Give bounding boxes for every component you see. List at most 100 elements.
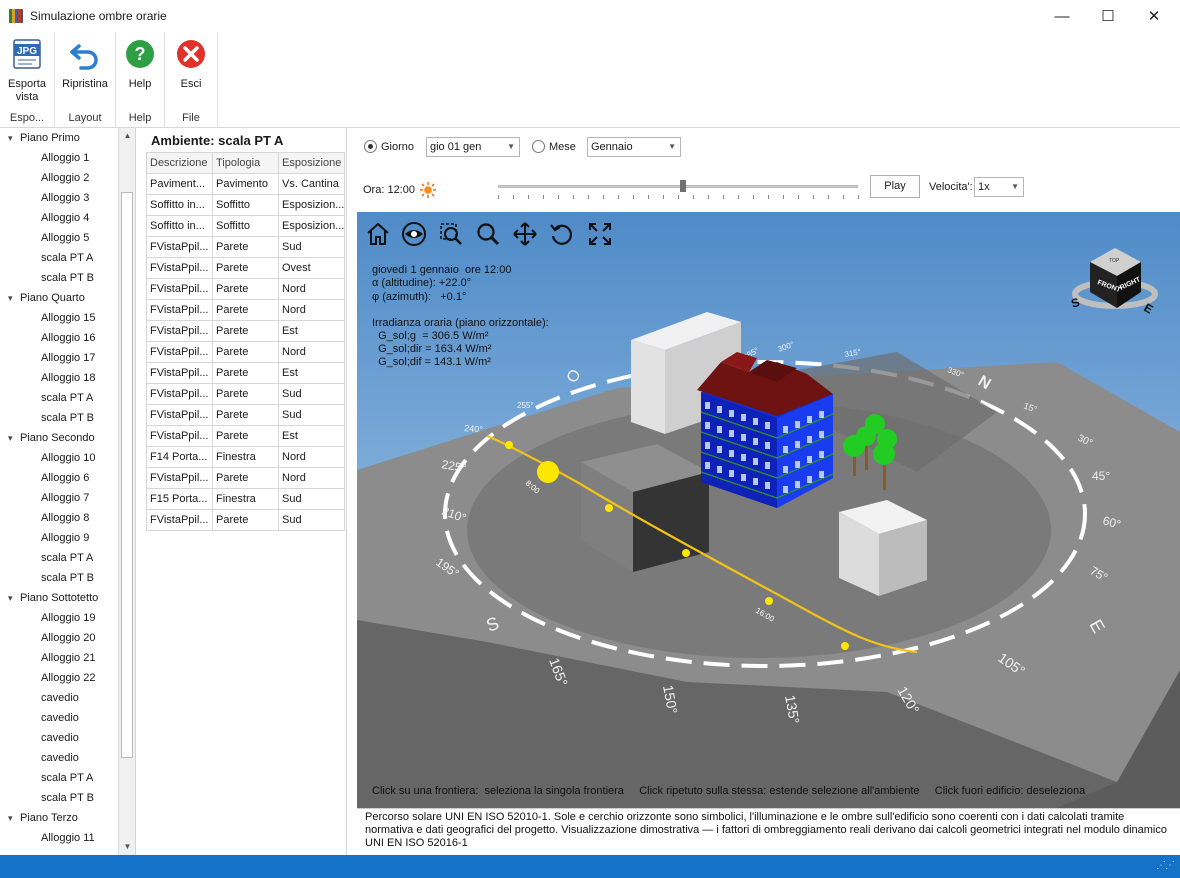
building-window: [729, 430, 734, 437]
table-row[interactable]: FVistaPpil... Parete Nord: [146, 299, 345, 321]
minimize-button[interactable]: —: [1039, 0, 1085, 32]
column-header[interactable]: Descrizione: [146, 152, 213, 174]
tree-item[interactable]: Alloggio 8: [41, 508, 89, 528]
rotate-icon[interactable]: [549, 221, 575, 247]
tree-item[interactable]: Alloggio 21: [41, 648, 95, 668]
table-row[interactable]: FVistaPpil... Parete Est: [146, 320, 345, 342]
table-row[interactable]: FVistaPpil... Parete Est: [146, 362, 345, 384]
table-cell: FVistaPpil...: [146, 320, 213, 342]
tree-group-node[interactable]: ▾ Piano Secondo: [8, 428, 95, 448]
tree-group-node[interactable]: ▾ Piano Sottotetto: [8, 588, 98, 608]
orbit-eye-icon[interactable]: [401, 221, 427, 247]
tree-scroll-thumb[interactable]: [121, 192, 133, 758]
tree-item[interactable]: Alloggio 6: [41, 468, 89, 488]
tree-item[interactable]: Alloggio 10: [41, 448, 95, 468]
table-row[interactable]: FVistaPpil... Parete Sud: [146, 509, 345, 531]
tree-item[interactable]: scala PT A: [41, 388, 93, 408]
velocita-select[interactable]: 1x ▼: [974, 177, 1024, 197]
table-cell: Parete: [212, 425, 279, 447]
tree-item[interactable]: Alloggio 20: [41, 628, 95, 648]
scene-canvas[interactable]: N E S O 45° 60° 75° 105° 120° 135° 150° …: [357, 212, 1180, 808]
tree-item[interactable]: Alloggio 22: [41, 668, 95, 688]
overlay-g-direct: G_sol;dir = 163.4 W/m²: [372, 343, 492, 355]
tree-item[interactable]: Alloggio 1: [41, 148, 89, 168]
tree-group-node[interactable]: ▾ Piano Quarto: [8, 288, 85, 308]
exit-button[interactable]: Esci: [171, 38, 211, 91]
tree-node-label: scala PT A: [41, 772, 94, 784]
resize-grip-icon[interactable]: ⋰⋰: [1156, 860, 1175, 871]
chevron-down-icon[interactable]: ▾: [8, 428, 20, 448]
help-button[interactable]: ? Help: [120, 38, 160, 91]
building-window: [795, 421, 800, 428]
maximize-button[interactable]: ☐: [1085, 0, 1131, 32]
tree-item[interactable]: cavedio: [41, 748, 79, 768]
tree-item[interactable]: cavedio: [41, 708, 79, 728]
giorno-radio[interactable]: [364, 140, 377, 153]
tree-item[interactable]: Alloggio 16: [41, 328, 95, 348]
zoom-icon[interactable]: [475, 221, 501, 247]
tree-item[interactable]: Alloggio 4: [41, 208, 89, 228]
tree-node-label: Alloggio 18: [41, 372, 96, 384]
mese-radio[interactable]: [532, 140, 545, 153]
tree-item[interactable]: scala PT B: [41, 568, 94, 588]
table-row[interactable]: FVistaPpil... Parete Nord: [146, 278, 345, 300]
tree-item[interactable]: Alloggio 17: [41, 348, 95, 368]
table-row[interactable]: FVistaPpil... Parete Nord: [146, 341, 345, 363]
3d-viewport[interactable]: N E S O 45° 60° 75° 105° 120° 135° 150° …: [357, 212, 1180, 808]
table-row[interactable]: Soffitto in... Soffitto Esposizion...: [146, 194, 345, 216]
chevron-down-icon[interactable]: ▾: [8, 808, 20, 828]
zoom-window-icon[interactable]: [438, 221, 464, 247]
table-row[interactable]: FVistaPpil... Parete Sud: [146, 404, 345, 426]
building-window: [717, 426, 722, 433]
tree-item[interactable]: Alloggio 18: [41, 368, 95, 388]
table-row[interactable]: FVistaPpil... Parete Sud: [146, 236, 345, 258]
scroll-up-icon[interactable]: ▲: [119, 128, 135, 144]
slider-tick: [633, 195, 634, 199]
tree-item[interactable]: Alloggio 2: [41, 168, 89, 188]
table-row[interactable]: F15 Porta... Finestra Sud: [146, 488, 345, 510]
tree-item[interactable]: Alloggio 3: [41, 188, 89, 208]
tree-group-node[interactable]: ▾ Piano Terzo: [8, 808, 78, 828]
time-slider[interactable]: [498, 180, 859, 201]
tree-item[interactable]: Alloggio 9: [41, 528, 89, 548]
tree-item[interactable]: scala PT A: [41, 248, 93, 268]
chevron-down-icon[interactable]: ▾: [8, 288, 20, 308]
chevron-down-icon[interactable]: ▾: [8, 128, 20, 148]
table-row[interactable]: Paviment... Pavimento Vs. Cantina: [146, 173, 345, 195]
tree-item[interactable]: scala PT B: [41, 788, 94, 808]
tree-item[interactable]: scala PT B: [41, 268, 94, 288]
table-row[interactable]: F14 Porta... Finestra Nord: [146, 446, 345, 468]
table-row[interactable]: FVistaPpil... Parete Ovest: [146, 257, 345, 279]
play-button[interactable]: Play: [870, 175, 920, 198]
tree-item[interactable]: cavedio: [41, 728, 79, 748]
column-header[interactable]: Esposizione: [278, 152, 345, 174]
tree-item[interactable]: Alloggio 15: [41, 308, 95, 328]
table-row[interactable]: FVistaPpil... Parete Sud: [146, 383, 345, 405]
tree-group-node[interactable]: ▾ Piano Primo: [8, 128, 80, 148]
tree-item[interactable]: cavedio: [41, 688, 79, 708]
close-window-button[interactable]: ✕: [1131, 0, 1177, 32]
mese-select[interactable]: Gennaio ▼: [587, 137, 681, 157]
tree-item[interactable]: Alloggio 19: [41, 608, 95, 628]
table-row[interactable]: FVistaPpil... Parete Nord: [146, 467, 345, 489]
tree-item[interactable]: Alloggio 5: [41, 228, 89, 248]
tree-item[interactable]: scala PT A: [41, 548, 93, 568]
fit-all-icon[interactable]: [587, 221, 613, 247]
tree-scrollbar[interactable]: ▲ ▼: [118, 128, 135, 855]
tree-item[interactable]: scala PT A: [41, 768, 93, 788]
chevron-down-icon[interactable]: ▾: [8, 588, 20, 608]
table-row[interactable]: FVistaPpil... Parete Est: [146, 425, 345, 447]
restore-button[interactable]: Ripristina: [59, 38, 111, 91]
slider-thumb[interactable]: [680, 180, 687, 192]
home-icon[interactable]: [365, 221, 391, 247]
table-row[interactable]: Soffitto in... Soffitto Esposizion...: [146, 215, 345, 237]
pan-icon[interactable]: [512, 221, 538, 247]
column-header[interactable]: Tipologia: [212, 152, 279, 174]
slider-tick: [543, 195, 544, 199]
export-view-button[interactable]: JPG Esporta vista: [3, 38, 51, 104]
scroll-down-icon[interactable]: ▼: [119, 839, 135, 855]
tree-item[interactable]: Alloggio 7: [41, 488, 89, 508]
tree-item[interactable]: Alloggio 11: [41, 828, 95, 848]
tree-item[interactable]: scala PT B: [41, 408, 94, 428]
giorno-select[interactable]: gio 01 gen ▼: [426, 137, 520, 157]
